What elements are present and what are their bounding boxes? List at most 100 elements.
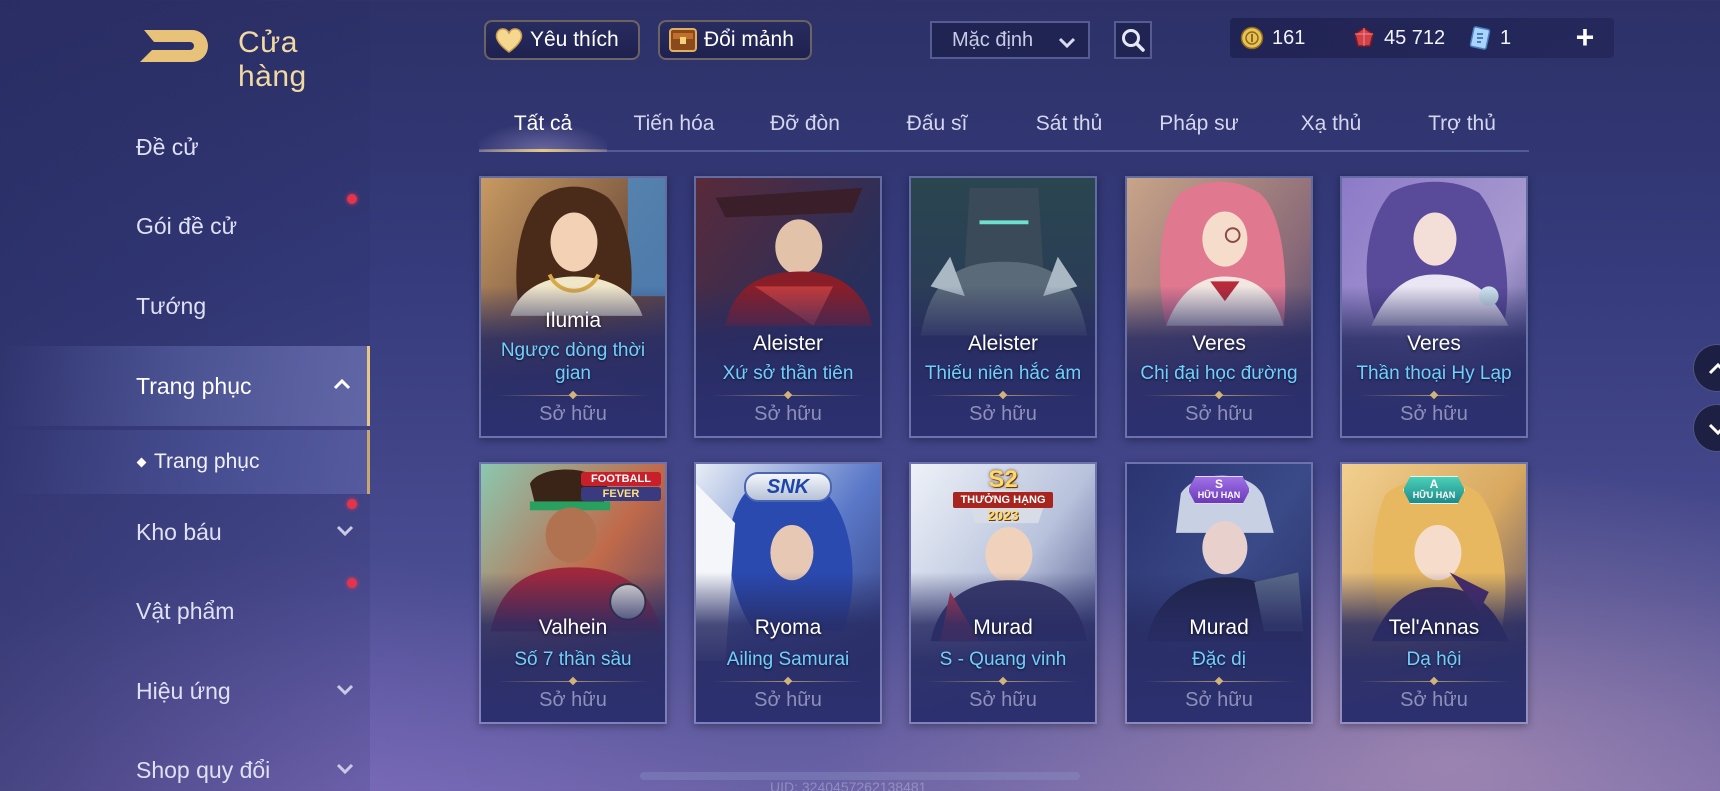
badge-line: S2 [988, 466, 1018, 493]
back-arrow-icon[interactable] [134, 22, 214, 72]
scroll-up-button[interactable] [1693, 344, 1720, 392]
tab-marksman[interactable]: Xạ thủ [1301, 112, 1362, 136]
skin-name: Thần thoại Hy Lạp [1356, 363, 1512, 384]
ticket-currency: 1 [1468, 18, 1511, 58]
sidebar-item-label: Đề cử [136, 133, 199, 160]
sidebar-item-effects[interactable]: Hiệu ứng [0, 652, 370, 730]
hero-name: Aleister [967, 332, 1039, 355]
search-button[interactable] [1114, 21, 1152, 59]
card-divider [1143, 391, 1295, 401]
tab-active-underline [479, 149, 607, 152]
sort-dropdown[interactable]: Mặc định [930, 21, 1090, 59]
chevron-down-icon [1058, 37, 1076, 49]
card-divider [1358, 677, 1510, 687]
chevron-down-icon [336, 525, 354, 537]
skin-name: Chị đại học đường [1140, 363, 1298, 384]
voucher-amount: 45 712 [1384, 26, 1446, 49]
skin-name: Dạ hội [1406, 649, 1462, 670]
skin-name: Thiếu niên hắc ám [924, 363, 1082, 384]
skin-card-murad-2[interactable]: S HỮU HẠN Murad Đặc dị Sở hữu [1125, 462, 1313, 724]
owned-status: Sở hữu [1185, 403, 1253, 425]
tab-fighter[interactable]: Đấu sĩ [907, 112, 968, 136]
skin-card-aleister-2[interactable]: Aleister Thiếu niên hắc ám Sở hữu [909, 176, 1097, 438]
owned-status: Sở hữu [1185, 689, 1253, 711]
skin-card-veres-2[interactable]: Veres Thần thoại Hy Lạp Sở hữu [1340, 176, 1528, 438]
card-divider [927, 391, 1079, 401]
badge-line: THƯỞNG HẠNG [953, 492, 1053, 508]
category-tabs: Tất cả Tiến hóa Đỡ đòn Đấu sĩ Sát thủ Ph… [479, 100, 1529, 152]
notification-dot [347, 194, 357, 204]
skin-name: Đặc dị [1192, 649, 1246, 670]
exchange-fragments-button[interactable]: Đổi mảnh [658, 20, 812, 60]
skin-name: Ailing Samurai [726, 649, 850, 670]
sidebar-item-skins[interactable]: Trang phục [0, 346, 370, 426]
limited-s-badge: S HỮU HẠN [1188, 476, 1250, 504]
bullet-icon [136, 457, 147, 467]
favorites-button[interactable]: Yêu thích [484, 20, 640, 60]
tab-all[interactable]: Tất cả [514, 112, 572, 136]
sidebar-item-exchange-shop[interactable]: Shop quy đổi [0, 731, 370, 791]
skin-name: Ngược dòng thời gian [500, 340, 646, 384]
skin-name: Số 7 thần sầu [514, 649, 632, 670]
skin-name: S - Quang vinh [939, 649, 1067, 670]
sidebar: Cửa hàng Đề cử Gói đề cử Tướng Trang phụ… [0, 0, 370, 791]
snk-badge: SNK [744, 472, 832, 502]
plus-icon[interactable]: + [1570, 21, 1600, 53]
voucher-gem-icon [1354, 27, 1374, 47]
uid-label: UID: 3240457262138481 [770, 779, 927, 791]
chevron-up-icon [1708, 362, 1720, 375]
badge-line: HỮU HẠN [1197, 490, 1241, 500]
card-divider [927, 677, 1079, 687]
chest-icon [669, 28, 697, 52]
skin-card-murad-1[interactable]: S2 THƯỞNG HẠNG 2023 Murad S - Quang vinh… [909, 462, 1097, 724]
notification-dot [347, 578, 357, 588]
skin-card-telannas[interactable]: A HỮU HẠN Tel'Annas Dạ hội Sở hữu [1340, 462, 1528, 724]
gold-amount: 161 [1272, 26, 1306, 49]
hero-name: Tel'Annas [1388, 616, 1480, 639]
search-icon [1122, 29, 1145, 52]
tab-assassin[interactable]: Sát thủ [1036, 112, 1103, 136]
sort-selected-value: Mặc định [952, 28, 1034, 51]
sidebar-item-heroes[interactable]: Tướng [0, 267, 370, 345]
hero-name: Murad [1189, 616, 1249, 639]
sidebar-item-label: Vật phẩm [136, 597, 235, 624]
owned-status: Sở hữu [1400, 403, 1468, 425]
badge-line: A [1429, 477, 1439, 491]
hero-name: Veres [1192, 332, 1246, 355]
tab-tank[interactable]: Đỡ đòn [770, 112, 840, 136]
owned-status: Sở hữu [539, 689, 607, 711]
badge-line: S [1214, 477, 1223, 491]
sidebar-item-recommended-bundles[interactable]: Gói đề cử [0, 187, 370, 265]
limited-a-badge: A HỮU HẠN [1403, 476, 1465, 504]
sidebar-item-treasure[interactable]: Kho báu [0, 493, 370, 571]
skin-card-veres-1[interactable]: Veres Chị đại học đường Sở hữu [1125, 176, 1313, 438]
heart-icon [495, 28, 523, 53]
tab-evolution[interactable]: Tiến hóa [634, 112, 715, 136]
notification-dot [347, 499, 357, 509]
badge-line: HỮU HẠN [1412, 490, 1456, 500]
scroll-down-button[interactable] [1693, 404, 1720, 452]
hero-name: Veres [1407, 332, 1461, 355]
skin-card-ilumia[interactable]: Ilumia Ngược dòng thời gian Sở hữu [479, 176, 667, 438]
chevron-down-icon [336, 763, 354, 775]
gold-coin-icon [1240, 26, 1264, 50]
tab-support[interactable]: Trợ thủ [1428, 112, 1496, 136]
ticket-icon [1469, 26, 1491, 50]
sidebar-item-label: Tướng [136, 292, 207, 319]
card-divider [1358, 391, 1510, 401]
badge-line: FOOTBALL [581, 472, 661, 486]
sidebar-item-items[interactable]: Vật phẩm [0, 572, 370, 650]
sidebar-item-label: Kho báu [136, 518, 222, 545]
owned-status: Sở hữu [754, 403, 822, 425]
skin-card-aleister-1[interactable]: Aleister Xứ sở thần tiên Sở hữu [694, 176, 882, 438]
voucher-currency: 45 712 [1352, 18, 1445, 58]
sidebar-item-recommended[interactable]: Đề cử [0, 108, 370, 186]
tab-mage[interactable]: Pháp sư [1159, 112, 1238, 136]
hero-name: Ilumia [544, 309, 602, 332]
football-fever-badge: FOOTBALL FEVER [581, 472, 661, 501]
sidebar-subitem-skins[interactable]: Trang phục [0, 430, 370, 494]
skin-card-valhein[interactable]: FOOTBALL FEVER Valhein Số 7 thần sầu Sở … [479, 462, 667, 724]
sidebar-subitem-label: Trang phục [154, 450, 260, 473]
skin-card-ryoma[interactable]: SNK Ryoma Ailing Samurai Sở hữu [694, 462, 882, 724]
chevron-down-icon [336, 684, 354, 696]
